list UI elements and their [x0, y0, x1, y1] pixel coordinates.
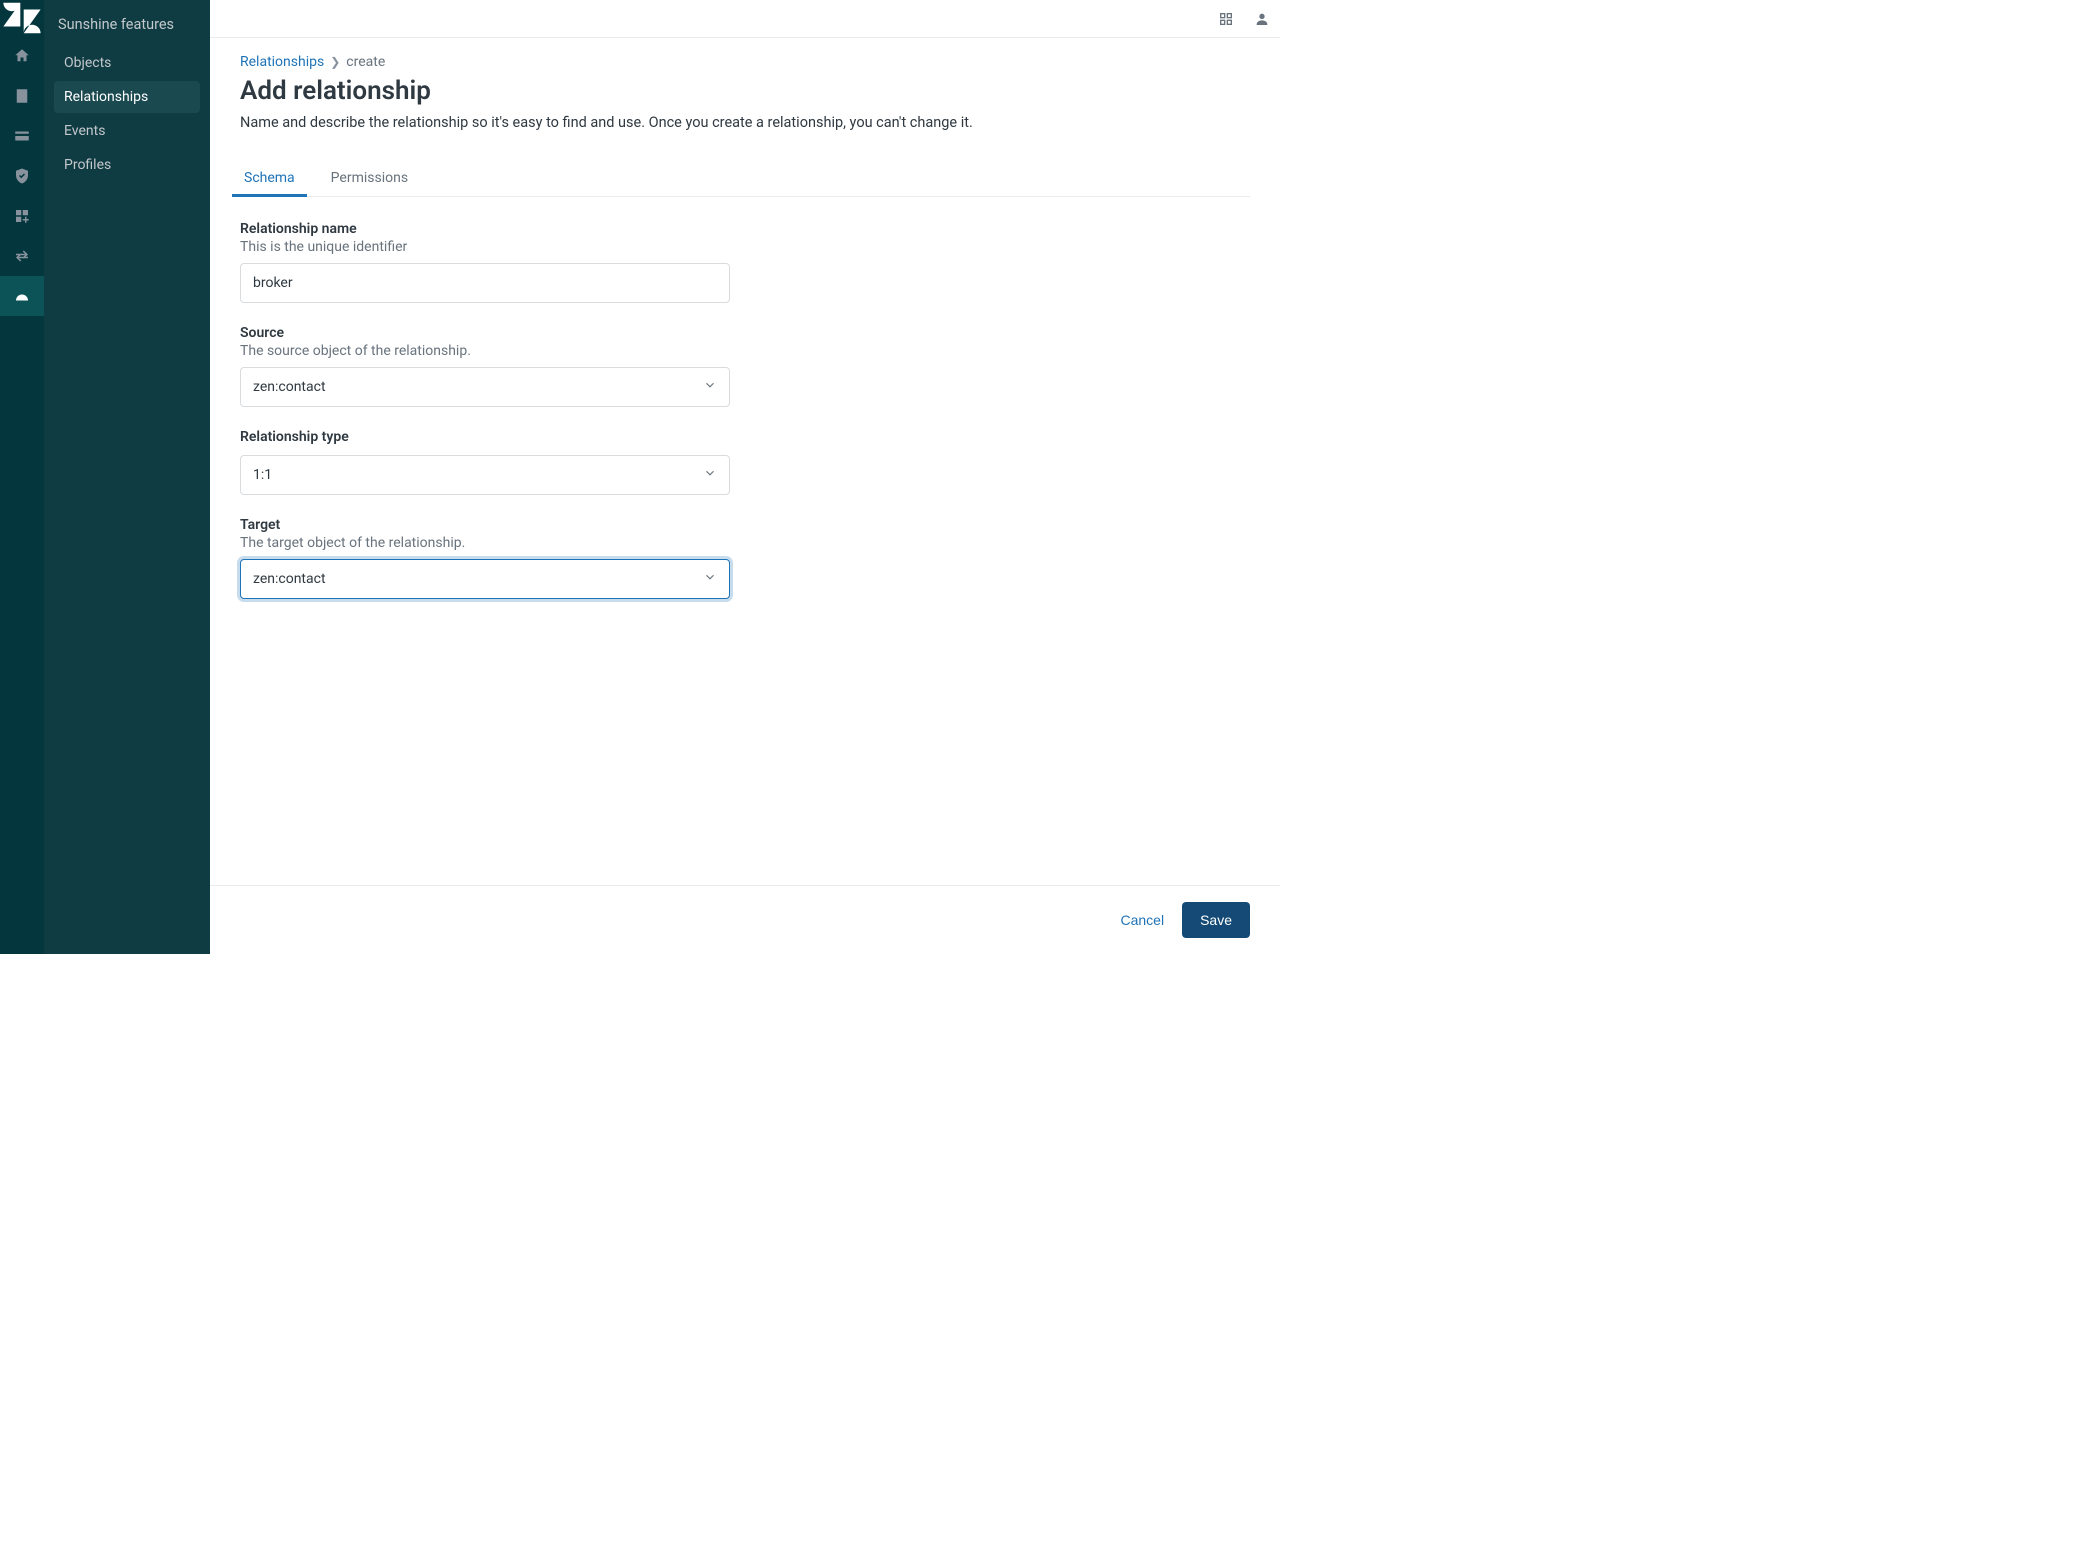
topbar: [210, 0, 1280, 38]
footer: Cancel Save: [210, 885, 1280, 954]
form-label: Target: [240, 517, 730, 533]
sidebar-item-objects[interactable]: Objects: [54, 47, 200, 79]
rail-building-icon[interactable]: [0, 76, 44, 116]
form-help: This is the unique identifier: [240, 239, 730, 255]
sidebar: Sunshine features Objects Relationships …: [44, 0, 210, 954]
page-title: Add relationship: [240, 76, 1250, 106]
sidebar-item-events[interactable]: Events: [54, 115, 200, 147]
form-label: Source: [240, 325, 730, 341]
chevron-down-icon: [703, 570, 717, 588]
tab-label: Schema: [244, 170, 295, 186]
apps-grid-icon[interactable]: [1218, 11, 1234, 27]
main: Relationships ❯ create Add relationship …: [210, 0, 1280, 954]
rail-transfer-icon[interactable]: [0, 236, 44, 276]
rail-home-icon[interactable]: [0, 36, 44, 76]
type-select[interactable]: 1:1: [240, 455, 730, 495]
form-label: Relationship type: [240, 429, 730, 445]
sidebar-item-label: Events: [64, 123, 105, 139]
content: Relationships ❯ create Add relationship …: [210, 38, 1280, 885]
save-button[interactable]: Save: [1182, 902, 1250, 938]
breadcrumb-parent-link[interactable]: Relationships: [240, 54, 324, 70]
sidebar-item-relationships[interactable]: Relationships: [54, 81, 200, 113]
tab-permissions[interactable]: Permissions: [327, 162, 412, 196]
form-section-type: Relationship type 1:1: [240, 429, 730, 495]
rail-apps-icon[interactable]: [0, 196, 44, 236]
cancel-button[interactable]: Cancel: [1120, 912, 1164, 928]
chevron-right-icon: ❯: [330, 55, 340, 69]
target-select[interactable]: zen:contact: [240, 559, 730, 599]
tab-label: Permissions: [331, 170, 408, 186]
select-value: zen:contact: [253, 379, 326, 395]
form-label: Relationship name: [240, 221, 730, 237]
rail-card-icon[interactable]: [0, 116, 44, 156]
breadcrumb-current: create: [346, 54, 385, 70]
rail-sunshine-icon[interactable]: [0, 276, 44, 316]
breadcrumb: Relationships ❯ create: [240, 54, 1250, 70]
sidebar-title: Sunshine features: [54, 16, 200, 47]
relationship-name-input[interactable]: [253, 264, 717, 302]
form-section-target: Target The target object of the relation…: [240, 517, 730, 599]
select-value: zen:contact: [253, 571, 326, 587]
tab-schema[interactable]: Schema: [240, 162, 299, 196]
sidebar-item-label: Objects: [64, 55, 111, 71]
sidebar-item-label: Profiles: [64, 157, 111, 173]
form-help: The source object of the relationship.: [240, 343, 730, 359]
relationship-name-input-wrapper: [240, 263, 730, 303]
chevron-down-icon: [703, 378, 717, 396]
rail-shield-icon[interactable]: [0, 156, 44, 196]
chevron-down-icon: [703, 466, 717, 484]
page-subtitle: Name and describe the relationship so it…: [240, 112, 1060, 134]
sidebar-item-profiles[interactable]: Profiles: [54, 149, 200, 181]
select-value: 1:1: [253, 467, 272, 483]
form-section-name: Relationship name This is the unique ide…: [240, 221, 730, 303]
sidebar-item-label: Relationships: [64, 89, 148, 105]
source-select[interactable]: zen:contact: [240, 367, 730, 407]
icon-rail: [0, 0, 44, 954]
tabs: Schema Permissions: [240, 162, 1250, 197]
form-section-source: Source The source object of the relation…: [240, 325, 730, 407]
zendesk-logo-icon[interactable]: [0, 0, 44, 36]
user-profile-icon[interactable]: [1254, 11, 1270, 27]
form-help: The target object of the relationship.: [240, 535, 730, 551]
